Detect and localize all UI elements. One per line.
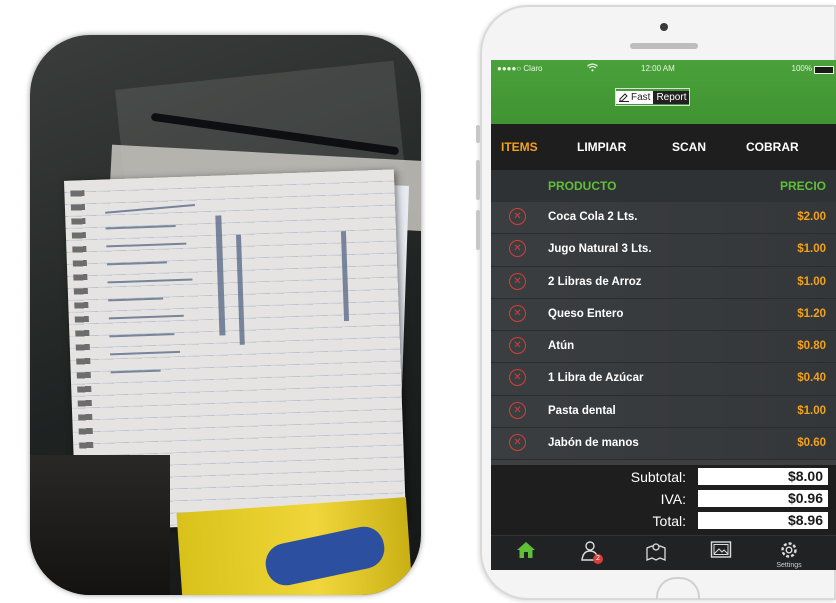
front-camera [660, 23, 668, 31]
action-menu: ITEMS LIMPIAR SCAN COBRAR [491, 124, 836, 170]
notebook-photo [30, 35, 421, 595]
carrier-label: ●●●●○ Claro [497, 64, 543, 73]
handwriting-line [105, 203, 195, 214]
remove-icon[interactable]: ✕ [509, 304, 526, 322]
phone-mockup: ●●●●○ Claro 12:00 AM 100% Fast Report IT… [476, 5, 836, 600]
product-row[interactable]: ✕ Atún $0.80 [491, 331, 836, 364]
handwriting-column [215, 215, 226, 336]
product-list: ✕ Coca Cola 2 Lts. $2.00 ✕ Jugo Natural 3 Lt… [491, 202, 836, 461]
app-screen: ●●●●○ Claro 12:00 AM 100% Fast Report IT… [491, 60, 836, 570]
remove-icon[interactable]: ✕ [509, 434, 526, 452]
earpiece-speaker [630, 43, 698, 49]
handwriting-line [107, 278, 193, 284]
iva-value: $0.96 [698, 490, 828, 507]
iva-row: IVA: $0.96 [491, 489, 836, 510]
logo-fast: Fast [616, 90, 654, 104]
product-name: Queso Entero [548, 307, 624, 320]
handwriting-line [106, 261, 167, 266]
home-icon [517, 542, 535, 558]
product-row[interactable]: ✕ Queso Entero $1.20 [491, 298, 836, 332]
product-name: 2 Libras de Arroz [548, 275, 642, 288]
total-label: Total: [652, 513, 686, 529]
phone-home-button [656, 577, 700, 599]
handwriting-line [105, 224, 176, 230]
tab-profile[interactable]: 2 [575, 540, 605, 570]
product-price: $0.40 [797, 372, 826, 385]
menu-cobrar[interactable]: COBRAR [746, 140, 799, 154]
menu-scan[interactable]: SCAN [672, 140, 706, 154]
product-name: 1 Libra de Azúcar [548, 372, 644, 385]
total-row: Total: $8.96 [491, 511, 836, 532]
handwriting-line [108, 314, 184, 320]
product-name: Jugo Natural 3 Lts. [548, 243, 652, 256]
bottom-tab-bar: 2 Settings [491, 535, 836, 570]
iva-label: IVA: [660, 491, 686, 507]
remove-icon[interactable]: ✕ [509, 401, 526, 419]
product-row[interactable]: ✕ 1 Libra de Azúcar $0.40 [491, 363, 836, 396]
handwriting-column [340, 231, 350, 322]
clock-label: 12:00 AM [641, 64, 675, 73]
remove-icon[interactable]: ✕ [509, 240, 526, 258]
photo-shelf [30, 455, 170, 595]
header-product: PRODUCTO [548, 179, 617, 193]
settings-label: Settings [776, 562, 802, 569]
tab-map[interactable] [641, 540, 671, 570]
product-price: $1.00 [797, 275, 826, 288]
product-price: $2.00 [797, 211, 826, 223]
product-name: Atún [548, 340, 575, 353]
table-header: PRODUCTO PRECIO [491, 170, 836, 202]
menu-items[interactable]: ITEMS [501, 140, 538, 154]
phone-volume-up [476, 160, 480, 200]
tab-gallery[interactable] [706, 540, 736, 570]
map-icon [646, 543, 666, 561]
handwriting-line [109, 333, 175, 338]
product-price: $1.00 [797, 243, 826, 256]
phone-mute-switch [476, 125, 480, 143]
product-row[interactable]: ✕ 2 Libras de Arroz $1.00 [491, 266, 836, 299]
product-price: $0.60 [797, 437, 826, 450]
handwriting-line [110, 350, 181, 356]
remove-icon[interactable]: ✕ [509, 272, 526, 290]
product-name: Jabón de manos [548, 437, 639, 450]
product-price: $0.80 [797, 340, 826, 353]
battery-percent: 100% [791, 64, 812, 73]
handwriting-line [106, 242, 187, 248]
handwriting-column [235, 234, 245, 345]
subtotal-row: Subtotal: $8.00 [491, 467, 836, 488]
wifi-icon [587, 63, 598, 74]
product-price: $1.20 [797, 307, 826, 320]
product-row[interactable]: ✕ Coca Cola 2 Lts. $2.00 [491, 202, 836, 235]
product-row[interactable]: ✕ Jugo Natural 3 Lts. $1.00 [491, 234, 836, 267]
product-name: Coca Cola 2 Lts. [548, 211, 638, 223]
totals-panel: Subtotal: $8.00 IVA: $0.96 Total: $8.96 [491, 465, 836, 535]
battery-icon [814, 66, 834, 74]
product-row[interactable]: ✕ Jabón de manos $0.60 [491, 428, 836, 461]
handwriting-line [108, 297, 164, 302]
image-icon [710, 541, 732, 558]
gear-icon [781, 542, 797, 558]
remove-icon[interactable]: ✕ [509, 369, 526, 387]
remove-icon[interactable]: ✕ [509, 208, 526, 225]
product-name: Pasta dental [548, 404, 616, 417]
pencil-icon [619, 92, 629, 102]
remove-icon[interactable]: ✕ [509, 337, 526, 355]
total-value: $8.96 [698, 512, 828, 529]
logo-fast-text: Fast [631, 91, 651, 103]
status-bar: ●●●●○ Claro 12:00 AM 100% [491, 63, 836, 78]
notification-badge: 2 [593, 554, 603, 564]
subtotal-label: Subtotal: [630, 469, 686, 485]
header-price: PRECIO [779, 179, 826, 193]
handwriting-line [110, 369, 161, 374]
phone-volume-down [476, 210, 480, 250]
subtotal-value: $8.00 [698, 468, 828, 485]
product-row[interactable]: ✕ Pasta dental $1.00 [491, 395, 836, 429]
product-price: $1.00 [797, 404, 826, 417]
tab-settings[interactable]: Settings [774, 540, 804, 570]
app-logo: Fast Report [615, 88, 691, 106]
menu-limpiar[interactable]: LIMPIAR [577, 140, 626, 154]
tab-home[interactable] [511, 540, 541, 570]
logo-report: Report [653, 90, 690, 104]
